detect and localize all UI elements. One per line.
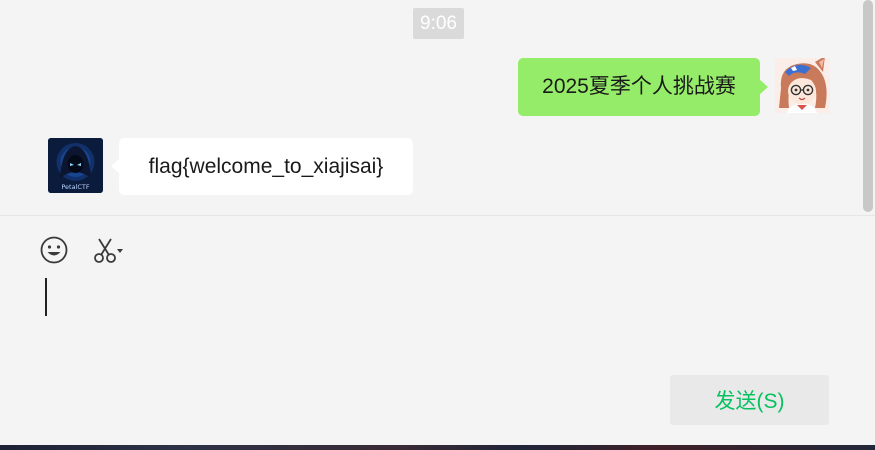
chat-window: 9:06 2025夏季个人挑战赛 PetalCTF flag{welcome_t… <box>0 0 875 450</box>
text-caret <box>45 278 47 316</box>
message-composer: 发送(S) <box>0 216 875 445</box>
send-button[interactable]: 发送(S) <box>670 375 829 425</box>
anime-girl-avatar-icon <box>775 58 830 113</box>
incoming-message-bubble[interactable]: flag{welcome_to_xiajisai} <box>111 138 413 195</box>
message-input[interactable] <box>40 274 824 378</box>
scrollbar-thumb[interactable] <box>863 0 873 212</box>
desktop-background-strip <box>0 445 875 450</box>
history-scrollbar[interactable] <box>861 0 875 215</box>
scissors-icon <box>94 238 123 263</box>
my-avatar[interactable] <box>775 58 830 113</box>
bubble-tail <box>111 158 120 174</box>
outgoing-message-text: 2025夏季个人挑战赛 <box>542 75 736 98</box>
outgoing-message-bubble[interactable]: 2025夏季个人挑战赛 <box>518 58 768 116</box>
contact-avatar[interactable]: PetalCTF <box>48 138 103 193</box>
hooded-hacker-logo-icon: PetalCTF <box>48 138 103 193</box>
chevron-down-icon <box>117 249 123 253</box>
emoji-button[interactable] <box>38 234 70 266</box>
message-timestamp: 9:06 <box>413 8 464 39</box>
emoji-icon <box>40 236 68 264</box>
svg-text:PetalCTF: PetalCTF <box>61 183 90 191</box>
incoming-message-text: flag{welcome_to_xiajisai} <box>148 155 384 178</box>
screenshot-button[interactable] <box>90 234 130 266</box>
message-history[interactable]: 9:06 2025夏季个人挑战赛 PetalCTF flag{welcome_t… <box>0 0 875 215</box>
bubble-tail <box>759 79 768 95</box>
